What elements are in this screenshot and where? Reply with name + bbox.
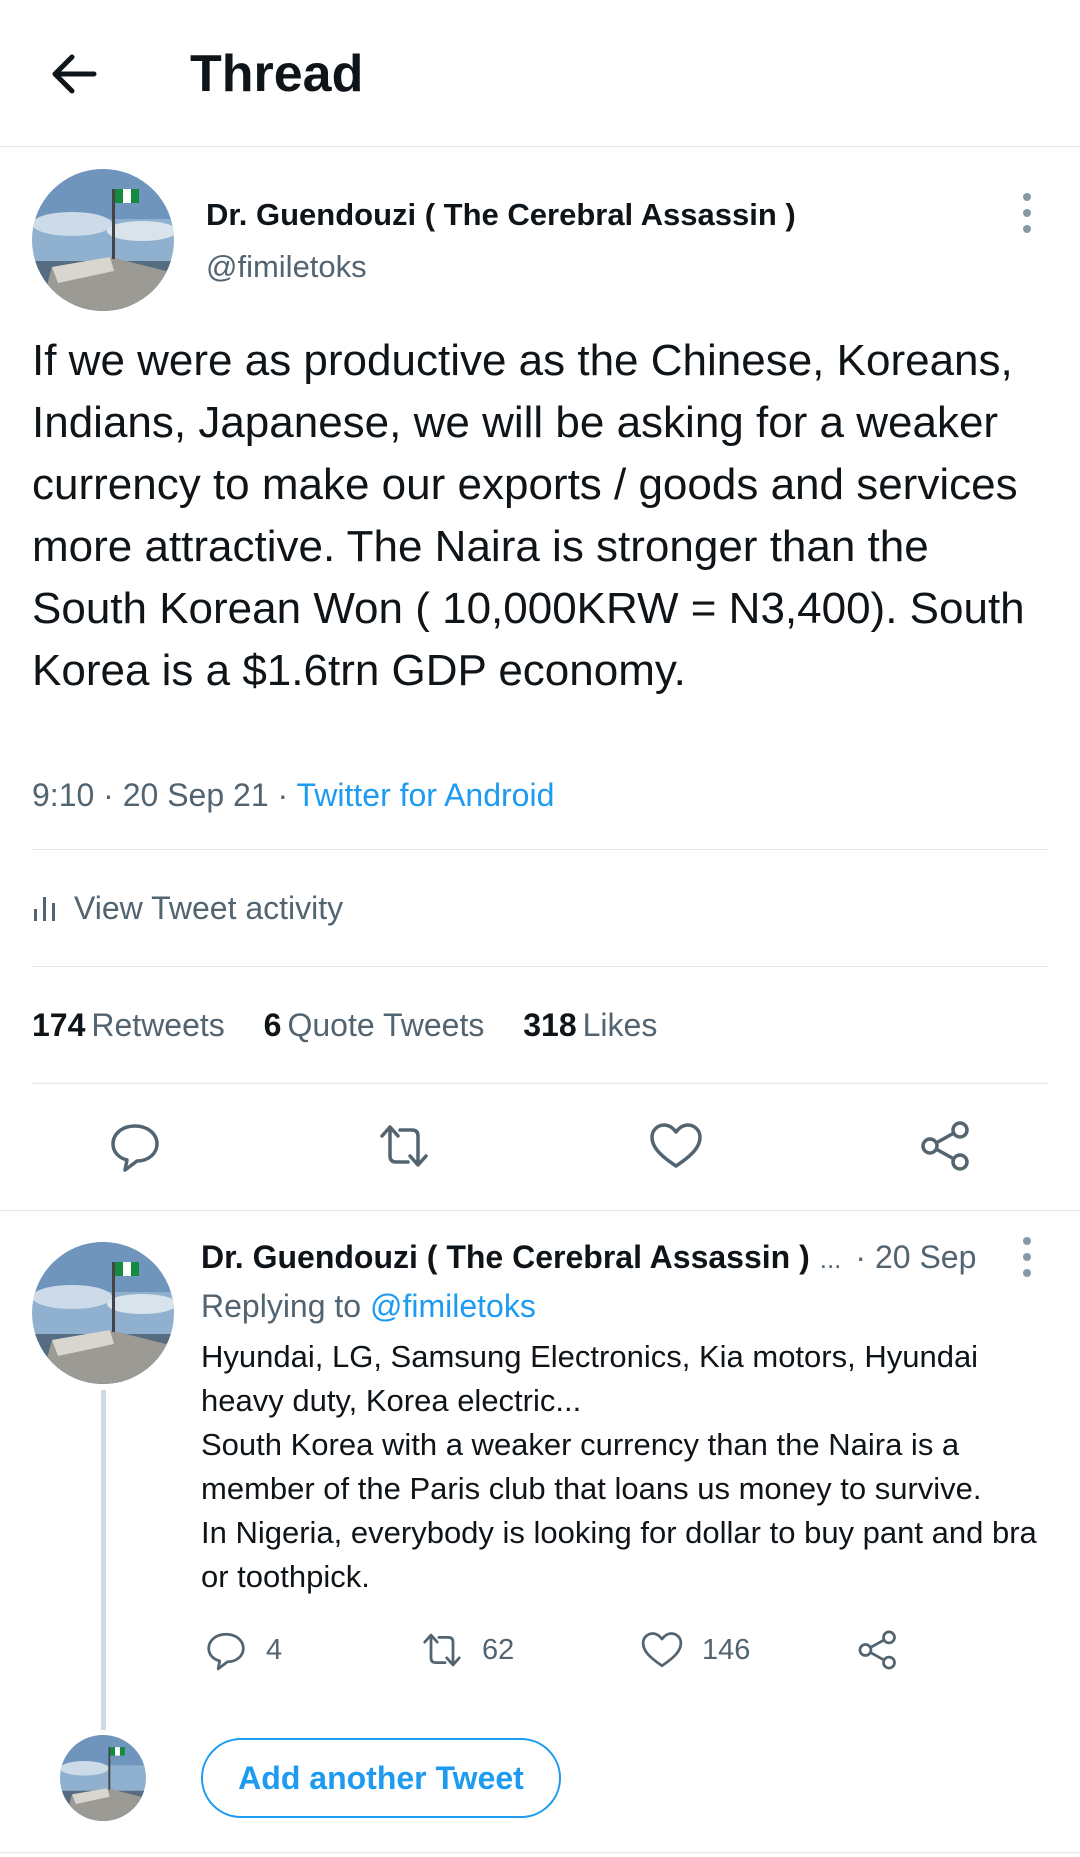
reply-icon: [111, 1124, 159, 1172]
reply-line: In Nigeria, everybody is looking for dol…: [201, 1515, 1037, 1594]
author-handle[interactable]: @fimiletoks: [206, 250, 367, 284]
retweet-icon: [380, 1125, 428, 1167]
like-button[interactable]: [648, 1118, 704, 1174]
quotes-label: Quote Tweets: [287, 1007, 485, 1043]
add-another-tweet-button[interactable]: Add another Tweet: [201, 1738, 561, 1818]
retweet-count: 62: [482, 1633, 515, 1666]
tweet-time: 9:10: [32, 777, 95, 813]
page-title: Thread: [190, 45, 364, 103]
tweet-meta: 9:10 · 20 Sep 21 · Twitter for Android: [32, 775, 554, 815]
reply-share-button[interactable]: [856, 1626, 900, 1674]
reply-author-name[interactable]: Dr. Guendouzi ( The Cerebral Assassin ): [201, 1239, 810, 1275]
avatar: [60, 1735, 146, 1821]
avatar-image: [60, 1735, 146, 1821]
reply-retweet-button[interactable]: 62: [420, 1626, 514, 1674]
reply-date[interactable]: · 20 Sep: [855, 1239, 976, 1275]
like-count: 146: [702, 1633, 751, 1666]
retweets-label: Retweets: [91, 1007, 225, 1043]
reply-header: Dr. Guendouzi ( The Cerebral Assassin ).…: [201, 1237, 1011, 1279]
retweet-icon: [423, 1633, 461, 1667]
author-name[interactable]: Dr. Guendouzi ( The Cerebral Assassin ): [206, 198, 796, 232]
analytics-icon: [34, 897, 55, 921]
reply-line: Hyundai, LG, Samsung Electronics, Kia mo…: [201, 1339, 979, 1418]
divider: [0, 1210, 1080, 1211]
reply-line: South Korea with a weaker currency than …: [201, 1427, 982, 1506]
meta-separator: ·: [277, 777, 289, 813]
avatar[interactable]: [32, 1242, 174, 1384]
meta-separator: ·: [103, 777, 114, 813]
thread-connector-line: [101, 1390, 106, 1730]
avatar-image: [32, 1242, 174, 1384]
replying-to: Replying to @fimiletoks: [201, 1286, 536, 1326]
more-options-icon[interactable]: [1020, 1237, 1034, 1277]
divider: [0, 1852, 1080, 1853]
share-button[interactable]: [918, 1118, 974, 1174]
quotes-count: 6: [263, 1007, 282, 1043]
reply-reply-button[interactable]: 4: [204, 1626, 282, 1674]
reply-like-button[interactable]: 146: [640, 1626, 750, 1674]
share-icon: [921, 1121, 969, 1171]
divider: [32, 849, 1048, 850]
likes-count: 318: [523, 1007, 577, 1043]
tweet-text: If we were as productive as the Chinese,…: [32, 336, 1025, 695]
share-icon: [858, 1630, 896, 1670]
view-activity-link[interactable]: View Tweet activity: [32, 888, 343, 928]
tweet-source-link[interactable]: Twitter for Android: [296, 777, 554, 813]
name-truncation: ...: [819, 1244, 842, 1274]
mention-link[interactable]: @fimiletoks: [370, 1288, 536, 1324]
reply-icon: [207, 1632, 245, 1671]
more-options-icon[interactable]: [1020, 193, 1034, 233]
retweets-stat[interactable]: 174 Retweets: [32, 1005, 225, 1045]
avatar-image: [32, 169, 174, 311]
divider: [32, 1083, 1048, 1084]
top-bar: Thread: [0, 0, 1080, 147]
back-button[interactable]: [44, 44, 104, 104]
divider: [32, 966, 1048, 967]
tweet-stats: 174 Retweets 6 Quote Tweets 318 Likes: [32, 1005, 687, 1045]
view-activity-label: View Tweet activity: [74, 889, 344, 926]
reply-button[interactable]: [107, 1118, 163, 1174]
replying-to-prefix: Replying to: [201, 1288, 362, 1324]
reply-text: Hyundai, LG, Samsung Electronics, Kia mo…: [201, 1335, 1051, 1599]
likes-stat[interactable]: 318 Likes: [523, 1005, 657, 1045]
quote-tweets-stat[interactable]: 6 Quote Tweets: [264, 1005, 485, 1045]
arrow-left-icon: [52, 54, 97, 94]
thread-page: Thread Dr. Guendouzi ( The Cerebral Assa…: [0, 0, 1080, 1857]
heart-icon: [641, 1632, 683, 1668]
likes-label: Likes: [582, 1007, 658, 1043]
retweet-button[interactable]: [376, 1118, 432, 1174]
reply-count: 4: [266, 1633, 283, 1666]
retweets-count: 174: [32, 1007, 86, 1043]
tweet-date: 20 Sep 21: [122, 777, 269, 813]
avatar[interactable]: [32, 169, 174, 311]
heart-icon: [650, 1123, 702, 1168]
